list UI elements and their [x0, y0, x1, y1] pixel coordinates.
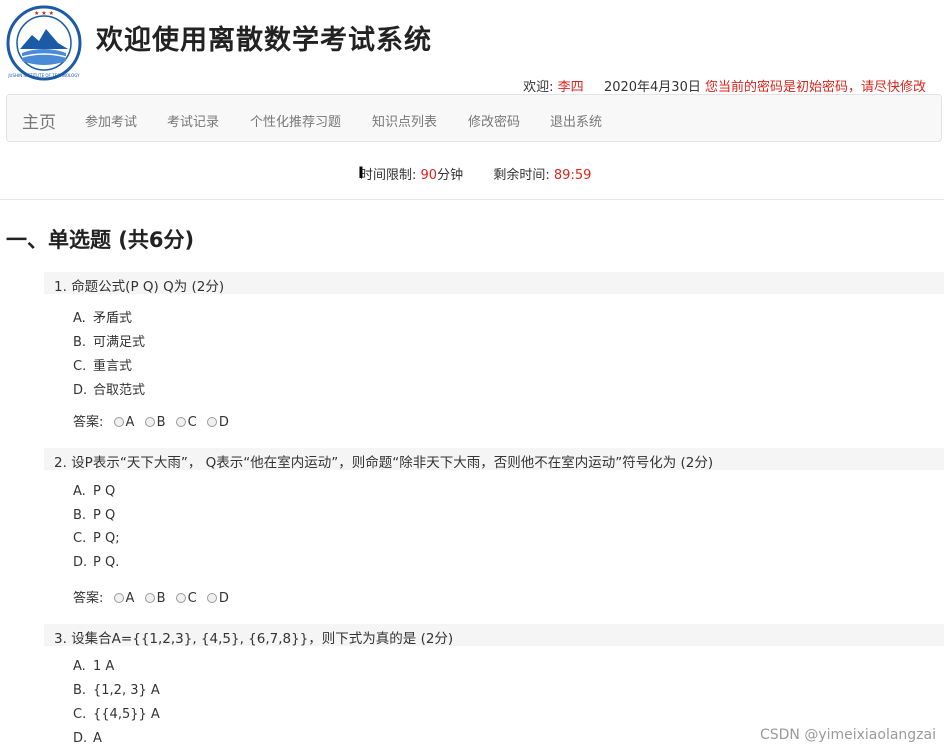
question-1-answer: 答案: A B C D — [73, 415, 229, 430]
csdn-watermark: CSDN @yimeixiaolangzai — [759, 727, 936, 743]
current-date: 2020年4月30日 — [603, 80, 701, 95]
radio-q1-a[interactable] — [113, 417, 124, 427]
question-2-option-a: A. P Q — [73, 484, 116, 499]
time-remaining-value: 89:59 — [553, 168, 592, 183]
radio-q1-c[interactable] — [175, 417, 186, 427]
password-warning[interactable]: 您当前的密码是初始密码，请尽快修改 — [705, 80, 926, 95]
radio-q1-b[interactable] — [144, 417, 155, 427]
main-navbar: 主页 参加考试 考试记录 个性化推荐习题 知识点列表 修改密码 退出系统 — [6, 94, 942, 142]
question-number: 1. — [54, 279, 67, 295]
nav-home[interactable]: 主页 — [22, 108, 56, 133]
nav-knowledge-points[interactable]: 知识点列表 — [372, 111, 437, 130]
question-3-header: 3. 设集合A={{1,2,3}, {4,5}, {6,7,8}}，则下式为真的… — [44, 624, 944, 647]
question-2-answer: 答案: A B C D — [73, 591, 229, 606]
radio-q2-c[interactable] — [175, 593, 186, 603]
time-limit-value: 90 — [420, 168, 438, 183]
exam-timer: I 时间限制: 90分钟 剩余时间: 89:59 — [358, 163, 592, 183]
welcome-label: 欢迎: — [523, 80, 554, 95]
svg-text:★ ★ ★: ★ ★ ★ — [34, 10, 54, 17]
question-3-option-b: B. {1,2, 3} A — [73, 683, 160, 698]
time-limit-label: 时间限制: — [360, 168, 417, 183]
question-text: 设集合A={{1,2,3}, {4,5}, {6,7,8}}，则下式为真的是 (… — [71, 631, 454, 647]
question-3-option-a: A. 1 A — [73, 659, 115, 674]
question-1-option-d: D. 合取范式 — [73, 383, 146, 398]
question-3-option-d: D. A — [73, 731, 102, 746]
question-text: 命题公式(P Q) Q为 (2分) — [71, 279, 225, 295]
logo-caption: JUSHIN INSTITUTE OF TECHNOLOGY — [7, 73, 80, 78]
text-cursor-icon: I — [358, 163, 364, 182]
question-2-option-c: C. P Q; — [73, 531, 120, 546]
divider — [0, 199, 944, 200]
question-3-option-c: C. {{4,5}} A — [73, 707, 160, 722]
radio-q2-a[interactable] — [113, 593, 124, 603]
nav-exam-records[interactable]: 考试记录 — [167, 111, 219, 130]
question-2-option-b: B. P Q — [73, 508, 116, 523]
question-1-option-a: A. 矛盾式 — [73, 311, 133, 326]
nav-change-password[interactable]: 修改密码 — [468, 111, 520, 130]
question-2-header: 2. 设P表示“天下大雨”， Q表示“他在室内运动”，则命题“除非天下大雨，否则… — [44, 448, 944, 471]
nav-take-exam[interactable]: 参加考试 — [85, 111, 137, 130]
radio-q2-b[interactable] — [144, 593, 155, 603]
time-remaining-label: 剩余时间: — [493, 168, 550, 183]
question-1-header: 1. 命题公式(P Q) Q为 (2分) — [44, 272, 944, 295]
question-1-option-b: B. 可满足式 — [73, 335, 146, 350]
site-title: 欢迎使用离散数学考试系统 — [96, 25, 432, 56]
question-2-option-d: D. P Q. — [73, 555, 120, 570]
radio-q1-d[interactable] — [206, 417, 217, 427]
question-text: 设P表示“天下大雨”， Q表示“他在室内运动”，则命题“除非天下大雨，否则他不在… — [71, 455, 714, 471]
nav-logout[interactable]: 退出系统 — [550, 111, 602, 130]
radio-q2-d[interactable] — [206, 593, 217, 603]
question-number: 2. — [54, 455, 67, 471]
school-logo: ★ ★ ★ JUSHIN INSTITUTE OF TECHNOLOGY — [6, 5, 82, 81]
section-title: 一、单选题 (共6分) — [6, 228, 195, 252]
username[interactable]: 李四 — [558, 80, 584, 95]
user-info-bar: 欢迎: 李四 2020年4月30日 您当前的密码是初始密码，请尽快修改 — [523, 76, 926, 95]
time-limit-unit: 分钟 — [437, 168, 464, 183]
question-1-option-c: C. 重言式 — [73, 359, 133, 374]
nav-recommended-exercises[interactable]: 个性化推荐习题 — [250, 111, 341, 130]
question-number: 3. — [54, 631, 67, 647]
